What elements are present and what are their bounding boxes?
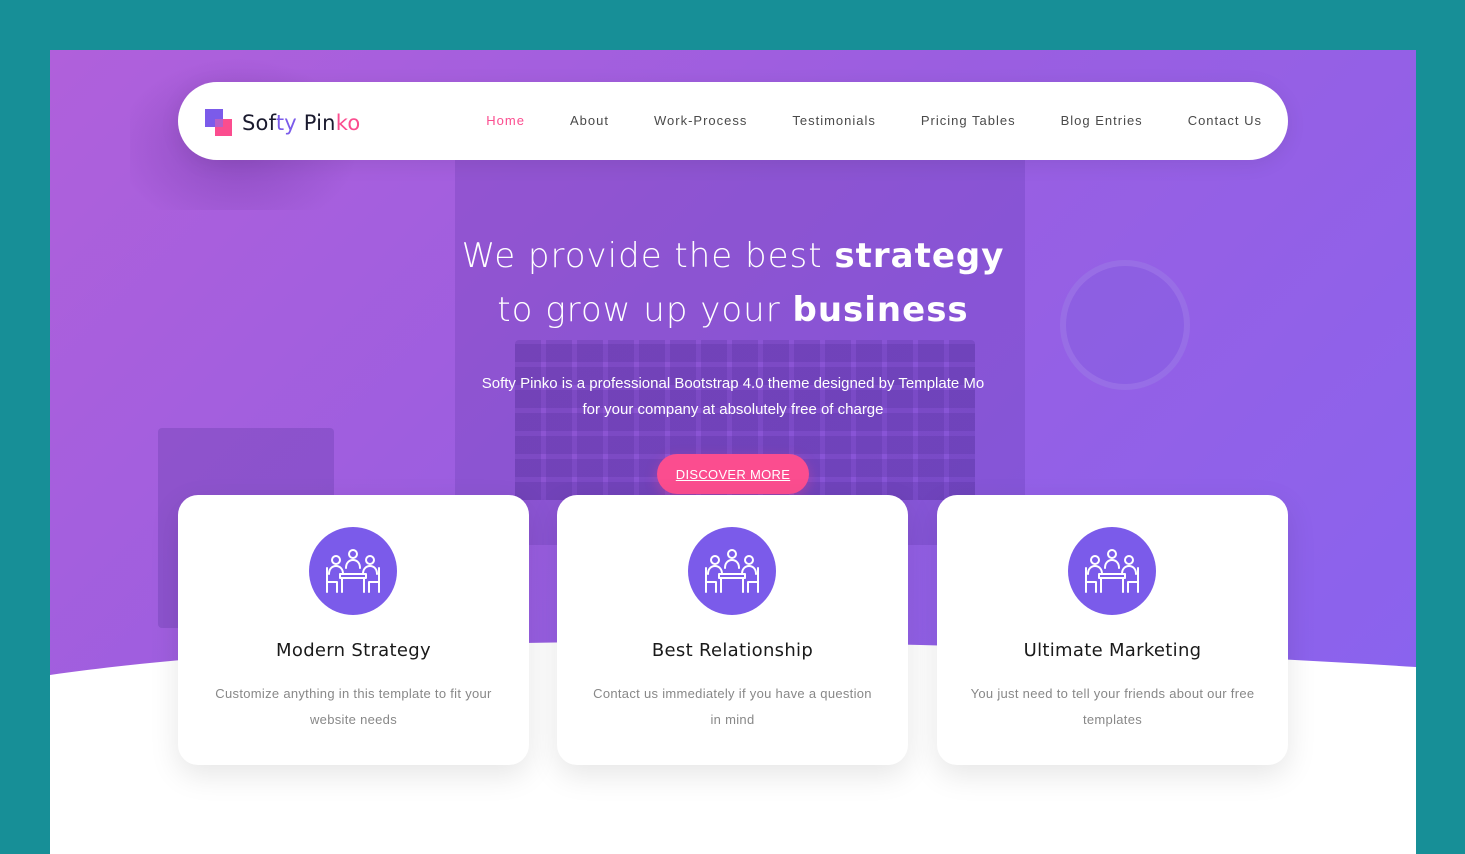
feature-title: Ultimate Marketing <box>1023 640 1202 661</box>
feature-card[interactable]: Ultimate Marketing You just need to tell… <box>937 495 1288 765</box>
hero-headline-line2: to grow up your business <box>497 290 969 330</box>
nav-item-blog-entries[interactable]: Blog Entries <box>1061 113 1143 128</box>
feature-description: You just need to tell your friends about… <box>970 686 1255 727</box>
hero-headline-line1: We provide the best strategy <box>461 236 1005 276</box>
feature-description: Customize anything in this template to f… <box>215 686 492 727</box>
feature-description: Contact us immediately if you have a que… <box>593 686 872 727</box>
logo-mark-icon <box>205 109 233 137</box>
nav-item-pricing-tables[interactable]: Pricing Tables <box>921 113 1016 128</box>
feature-title: Modern Strategy <box>276 640 431 661</box>
nav-item-about[interactable]: About <box>570 113 609 128</box>
page-frame: Softy Pinko Home About Work-Process Test… <box>50 50 1416 854</box>
meeting-icon <box>688 527 776 615</box>
nav-item-testimonials[interactable]: Testimonials <box>792 113 876 128</box>
hero-subtext-line2: for your company at absolutely free of c… <box>582 401 884 418</box>
meeting-icon <box>1068 527 1156 615</box>
feature-title: Best Relationship <box>651 640 814 661</box>
hero-subtext-line1: Softy Pinko is a professional Bootstrap … <box>481 375 985 392</box>
nav-item-home[interactable]: Home <box>486 113 525 128</box>
navbar: Softy Pinko Home About Work-Process Test… <box>178 82 1288 160</box>
main-nav: Home About Work-Process Testimonials Pri… <box>486 82 1262 160</box>
discover-more-button[interactable]: DISCOVER MORE <box>657 454 809 494</box>
meeting-icon <box>309 527 397 615</box>
feature-card[interactable]: Modern Strategy Customize anything in th… <box>178 495 529 765</box>
nav-item-work-process[interactable]: Work-Process <box>654 113 747 128</box>
feature-card[interactable]: Best Relationship Contact us immediately… <box>557 495 908 765</box>
brand-name: Softy Pinko <box>242 111 361 135</box>
nav-item-contact-us[interactable]: Contact Us <box>1188 113 1262 128</box>
brand-logo[interactable]: Softy Pinko <box>205 108 360 138</box>
